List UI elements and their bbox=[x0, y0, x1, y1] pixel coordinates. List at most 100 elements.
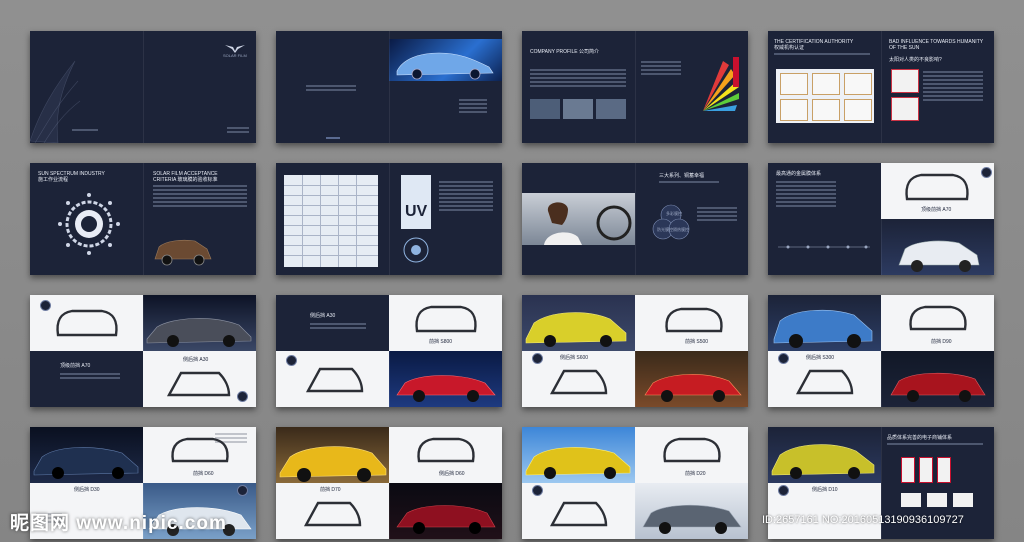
series-badge bbox=[532, 353, 543, 364]
d60b-model: D60 bbox=[455, 471, 465, 477]
series-item-3: 隔热膜控 bbox=[673, 227, 689, 232]
d90-model: D90 bbox=[942, 339, 952, 345]
side-window-icon bbox=[303, 501, 362, 527]
process-wheel-icon bbox=[58, 193, 120, 255]
a70-text bbox=[60, 373, 120, 381]
s800-model: S800 bbox=[440, 339, 453, 345]
s500-windshield-panel: 前挡 S500 bbox=[635, 295, 748, 351]
windshield-icon bbox=[663, 437, 721, 463]
ecommerce-text bbox=[887, 443, 983, 447]
d70-type: 前挡 bbox=[320, 487, 331, 493]
phone-screen-3 bbox=[937, 457, 951, 483]
d70-model: D70 bbox=[331, 487, 341, 493]
series-badge bbox=[237, 391, 248, 402]
d90-windshield-panel: 前挡 D90 bbox=[881, 295, 994, 351]
certificate-5 bbox=[812, 99, 840, 121]
wings-logo-icon bbox=[225, 45, 245, 53]
certificate-gallery bbox=[776, 69, 874, 123]
cert-left: THE CERTIFICATION AUTHORITY 权威机构认证 bbox=[768, 31, 881, 143]
intro-text bbox=[306, 85, 356, 93]
spread-d20-d70[interactable]: 前挡 D20 bbox=[522, 427, 748, 539]
lamborghini-photo bbox=[143, 295, 256, 351]
red-sports-car-icon bbox=[396, 375, 496, 402]
dark-sedan-icon bbox=[33, 447, 139, 479]
d90-product-label: 前挡 D90 bbox=[931, 339, 952, 345]
spread-company-profile[interactable]: COMPANY PROFILE 公司简介 bbox=[522, 31, 748, 143]
a70-product-label: 顶级前挡 A70 bbox=[60, 363, 90, 369]
desktop-screen-3 bbox=[953, 493, 973, 507]
process-left: SUN SPECTRUM INDUSTRY 施工作业流程 bbox=[30, 163, 143, 275]
spread-metal-film-system[interactable]: 最高通的金属膜体系 顶级前挡 A70 bbox=[768, 163, 994, 275]
suv-icon bbox=[154, 239, 212, 266]
a30-windshield-panel: 侧后挡 A30 bbox=[143, 351, 256, 407]
series-badge bbox=[237, 485, 248, 496]
series-badge bbox=[40, 300, 51, 311]
office-photo-1 bbox=[530, 99, 560, 119]
spread-car-intro[interactable] bbox=[276, 31, 502, 143]
office-photo-2 bbox=[563, 99, 593, 119]
intro-right bbox=[389, 31, 502, 143]
a70-label-panel: 顶级前挡 A70 bbox=[30, 351, 143, 407]
series-title: 三大系列、铜蓄幸福 bbox=[659, 173, 705, 179]
d60b-windshield-panel: 侧后挡 D60 bbox=[389, 427, 502, 483]
spread-three-series[interactable]: 三大系列、铜蓄幸福 多彩膜控 防光膜控 隔热膜控 bbox=[522, 163, 748, 275]
intro-left bbox=[276, 31, 389, 143]
woman-driver-icon bbox=[544, 202, 632, 245]
side-window-icon bbox=[549, 501, 608, 527]
windshield-icon bbox=[415, 305, 477, 333]
bmw-yellow-photo bbox=[522, 295, 635, 351]
acceptance-text bbox=[153, 185, 247, 209]
a30-text-panel: 侧后挡 A30 bbox=[276, 295, 389, 351]
profile-title: COMPANY PROFILE 公司简介 bbox=[530, 49, 599, 55]
bmw-dark-photo bbox=[30, 427, 143, 483]
process-title-cn: 施工作业流程 bbox=[38, 177, 69, 183]
metal-product-label: 顶级前挡 A70 bbox=[921, 207, 951, 213]
s800-windshield-panel: 前挡 S800 bbox=[389, 295, 502, 351]
ecommerce-title: 品质体系完善的电子商铺体系 bbox=[887, 435, 953, 441]
wing-decoration bbox=[30, 60, 81, 143]
sun-influence-title-cn: 太阳对人类的不良影响? bbox=[889, 57, 942, 63]
uv-right: UV bbox=[389, 163, 502, 275]
spread-d60-d70[interactable]: 侧后挡 D60 前挡 D70 bbox=[276, 427, 502, 539]
yellow-coupe-icon bbox=[525, 312, 627, 347]
d60-type: 前挡 bbox=[193, 471, 204, 477]
grey-sedan-icon bbox=[642, 504, 742, 534]
spread-construction-process[interactable]: SUN SPECTRUM INDUSTRY 施工作业流程 SOLAR FILM … bbox=[30, 163, 256, 275]
sun-influence-title-en: BAD INFLUENCE TOWARDS HUMANITY OF THE SU… bbox=[889, 39, 983, 51]
a70-product-model: A70 bbox=[81, 363, 91, 369]
red-sports-car-icon bbox=[644, 374, 742, 402]
intro-detail bbox=[459, 99, 487, 115]
cover-front: SOLAR FILM bbox=[143, 31, 256, 143]
acceptance-title-cn: CRITERIA 玻璃膜的验收标准 bbox=[153, 177, 218, 183]
d60-product-label: 前挡 D60 bbox=[193, 471, 214, 477]
s600-window-panel: 侧后挡 S600 bbox=[522, 351, 635, 407]
profile-right bbox=[635, 31, 748, 143]
cover-contact bbox=[227, 127, 249, 135]
spread-a30-s800[interactable]: 侧后挡 A30 前挡 S800 bbox=[276, 295, 502, 407]
spread-certification[interactable]: THE CERTIFICATION AUTHORITY 权威机构认证 BAD I… bbox=[768, 31, 994, 143]
a30-window-panel bbox=[276, 351, 389, 407]
spread-s600-s500[interactable]: 前挡 S500 侧后挡 S600 bbox=[522, 295, 748, 407]
side-window-icon bbox=[795, 369, 854, 395]
d30-model: D30 bbox=[90, 487, 100, 493]
ferrari-yellow-photo bbox=[276, 427, 389, 483]
d70b-window-panel bbox=[522, 483, 635, 539]
yellow-m4-photo bbox=[768, 427, 881, 483]
cover-url bbox=[72, 129, 98, 133]
s500-type: 前挡 bbox=[685, 339, 696, 345]
cert-title-cn: 权威机构认证 bbox=[774, 45, 805, 51]
metal-title: 最高通的金属膜体系 bbox=[776, 171, 822, 177]
driver-photo bbox=[522, 193, 635, 245]
spread-cover[interactable]: SOLAR FILM bbox=[30, 31, 256, 143]
s500-product-label: 前挡 S500 bbox=[685, 339, 708, 345]
series-badge bbox=[778, 353, 789, 364]
spread-a70-a30[interactable]: 顶级前挡 A70 侧后挡 A30 bbox=[30, 295, 256, 407]
d30-product-label: 侧后挡 D30 bbox=[74, 487, 100, 493]
spread-spec-table[interactable]: UV bbox=[276, 163, 502, 275]
d10-product-label: 侧后挡 D10 bbox=[812, 487, 838, 493]
cert-right: BAD INFLUENCE TOWARDS HUMANITY OF THE SU… bbox=[881, 31, 994, 143]
cert-text bbox=[774, 53, 870, 57]
series-badge bbox=[981, 167, 992, 178]
spread-d90-s300[interactable]: 前挡 D90 侧后挡 S300 bbox=[768, 295, 994, 407]
damage-photo-2 bbox=[891, 97, 919, 121]
